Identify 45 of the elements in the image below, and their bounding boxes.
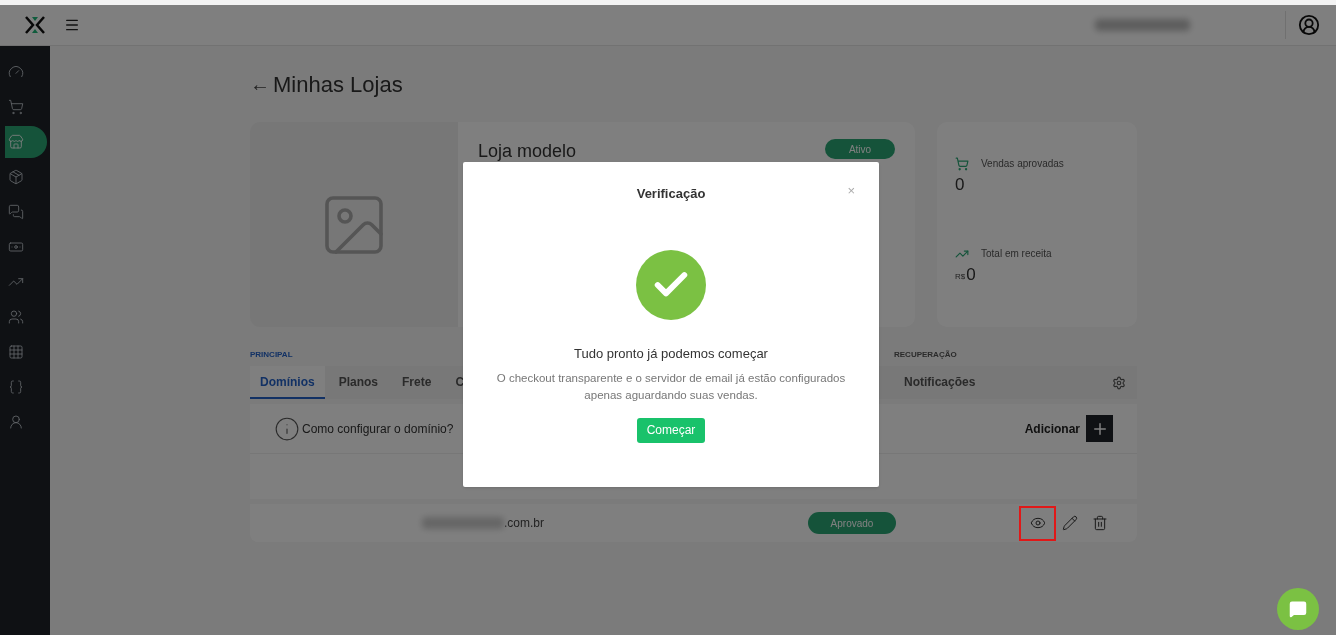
view-icon[interactable] (1030, 515, 1046, 531)
sidebar-item[interactable] (5, 126, 47, 158)
edit-icon[interactable] (1062, 515, 1078, 531)
dialog-title: Verificação (636, 185, 706, 204)
stat-value: 0 (955, 175, 965, 195)
highlight-frame (1019, 506, 1056, 541)
settings-icon[interactable] (1112, 375, 1126, 390)
banknote-icon (8, 239, 24, 255)
start-button[interactable]: Começar (636, 417, 706, 443)
chat-button[interactable] (1277, 588, 1319, 630)
cart-icon (8, 99, 24, 115)
section-label: RECUPERAÇÃO (894, 349, 958, 361)
section-label: PRINCIPAL (250, 349, 293, 361)
gauge-icon (8, 64, 24, 80)
back-arrow[interactable]: ← (250, 69, 270, 99)
box-icon (8, 169, 24, 185)
close-button[interactable]: × (847, 184, 855, 197)
grid-icon (8, 344, 24, 360)
cart-icon (955, 156, 969, 171)
stat-value: 0 (966, 265, 976, 285)
status-badge: Aprovado (808, 512, 896, 534)
tab[interactable]: Domínios (250, 366, 325, 399)
stat-label: Total em receita (981, 247, 1052, 261)
help-link[interactable]: Como configurar o domínio? (302, 419, 454, 438)
braces-icon (8, 379, 24, 395)
dialog-message: O checkout transparente e o servidor de email já estão configurados apenas aguardando suas vendas. (495, 370, 847, 403)
domain-name: .com.br (504, 515, 544, 532)
user-icon (8, 414, 24, 430)
info-icon (274, 415, 300, 442)
users-icon (8, 309, 24, 325)
currency-label: R$ (955, 271, 966, 283)
status-badge: Ativo (825, 139, 895, 159)
page-title: Minhas Lojas (273, 70, 403, 99)
store-icon (8, 134, 24, 150)
delete-icon[interactable] (1092, 515, 1108, 531)
add-label: Adicionar (1024, 420, 1080, 438)
chat-icon (8, 204, 24, 220)
chat-icon (1289, 600, 1307, 618)
menu-icon[interactable] (64, 17, 80, 33)
dialog-heading: Tudo pronto já podemos começar (574, 345, 768, 363)
add-button[interactable] (1086, 415, 1113, 442)
stat-label: Vendas aprovadas (981, 157, 1064, 171)
store-name: Loja modelo (478, 140, 577, 163)
avatar-icon[interactable] (1298, 14, 1320, 36)
logo-icon (24, 16, 46, 34)
